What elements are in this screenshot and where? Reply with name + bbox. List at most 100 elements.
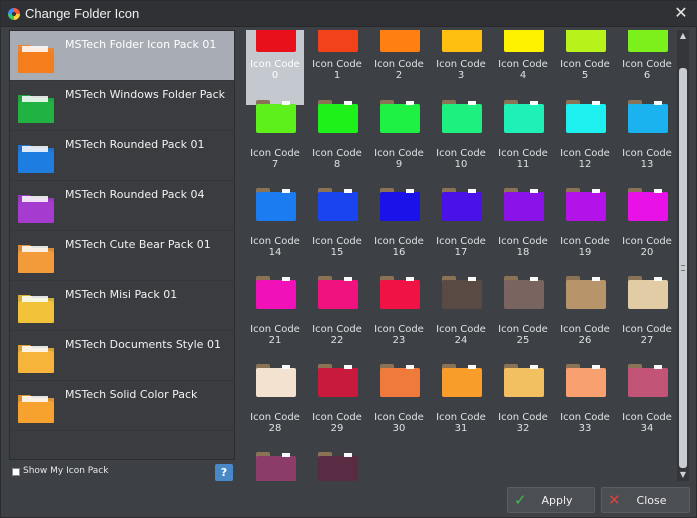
help-button[interactable]: ? [215, 464, 233, 481]
close-window-icon[interactable]: ✕ [672, 4, 690, 22]
icon-tile[interactable]: Icon Code 21 [246, 272, 304, 358]
icon-grid: Icon Code 0 Icon Code 1 Icon Code 2 Icon Code 3… [239, 30, 690, 481]
icon-code-number: 33 [578, 423, 592, 434]
icon-code-label: Icon Code [560, 59, 610, 70]
icon-tile[interactable]: Icon Code 10 [432, 96, 490, 182]
icon-tile[interactable]: Icon Code 32 [494, 360, 552, 446]
title-bar[interactable]: Change Folder Icon ✕ [1, 1, 697, 27]
folder-icon [380, 188, 420, 221]
icon-tile[interactable]: Icon Code 28 [246, 360, 304, 446]
folder-icon [256, 452, 296, 481]
icon-code-label: Icon Code [436, 148, 486, 159]
pack-item[interactable]: MSTech Documents Style 01 [10, 331, 234, 381]
icon-code-number: 21 [268, 335, 282, 346]
folder-icon [628, 276, 668, 309]
icon-tile[interactable]: Icon Code 27 [618, 272, 676, 358]
pack-item[interactable]: MSTech Cute Bear Pack 01 [10, 231, 234, 281]
icon-grid-scrollbar[interactable]: ▲ ▼ [677, 30, 689, 481]
icon-code-label: Icon Code [498, 412, 548, 423]
icon-tile[interactable]: Icon Code 1 [308, 30, 366, 105]
icon-tile[interactable] [246, 448, 304, 481]
close-button[interactable]: ✕ Close [601, 487, 690, 513]
icon-code-number: 29 [330, 423, 344, 434]
icon-tile[interactable]: Icon Code 34 [618, 360, 676, 446]
folder-icon [566, 188, 606, 221]
icon-code-number: 10 [454, 159, 468, 170]
icon-tile[interactable]: Icon Code 20 [618, 184, 676, 270]
icon-tile[interactable]: Icon Code 13 [618, 96, 676, 182]
icon-tile[interactable]: Icon Code 29 [308, 360, 366, 446]
icon-code-label: Icon Code [436, 236, 486, 247]
icon-code-label: Icon Code [250, 412, 300, 423]
icon-code-number: 7 [271, 159, 279, 170]
solid-color-folder-icon [16, 387, 56, 425]
icon-tile[interactable]: Icon Code 17 [432, 184, 490, 270]
folder-icon [256, 364, 296, 397]
icon-tile[interactable]: Icon Code 14 [246, 184, 304, 270]
show-my-pack-checkbox[interactable] [12, 468, 20, 476]
icon-tile[interactable]: Icon Code 24 [432, 272, 490, 358]
icon-code-number: 3 [457, 70, 465, 81]
icon-tile[interactable]: Icon Code 0 [246, 30, 304, 105]
icon-tile[interactable]: Icon Code 12 [556, 96, 614, 182]
folder-icon [628, 100, 668, 133]
pack-item[interactable]: MSTech Rounded Pack 01 [10, 131, 234, 181]
scroll-down-icon[interactable]: ▼ [677, 469, 689, 481]
icon-code-label: Icon Code [498, 324, 548, 335]
scroll-up-icon[interactable]: ▲ [677, 30, 689, 42]
icon-tile[interactable]: Icon Code 7 [246, 96, 304, 182]
icon-code-label: Icon Code [250, 148, 300, 159]
icon-code-label: Icon Code [436, 59, 486, 70]
folder-icon [380, 100, 420, 133]
pack-item-label: MSTech Rounded Pack 01 [65, 138, 205, 151]
app-logo-icon [8, 8, 20, 20]
pack-item[interactable]: MSTech Folder Icon Pack 01 [10, 31, 234, 81]
icon-code-label: Icon Code [250, 59, 300, 70]
icon-code-number: 26 [578, 335, 592, 346]
icon-code-number: 31 [454, 423, 468, 434]
icon-tile[interactable]: Icon Code 11 [494, 96, 552, 182]
icon-tile[interactable]: Icon Code 33 [556, 360, 614, 446]
icon-tile[interactable]: Icon Code 8 [308, 96, 366, 182]
scrollbar-thumb[interactable] [679, 68, 687, 468]
icon-tile[interactable]: Icon Code 18 [494, 184, 552, 270]
icon-tile[interactable]: Icon Code 6 [618, 30, 676, 105]
icon-tile[interactable]: Icon Code 2 [370, 30, 428, 105]
show-my-pack-label: Show My Icon Pack [23, 466, 109, 476]
icon-tile[interactable]: Icon Code 26 [556, 272, 614, 358]
icon-tile[interactable]: Icon Code 16 [370, 184, 428, 270]
icon-code-label: Icon Code [250, 236, 300, 247]
pack-item[interactable]: MSTech Windows Folder Pack [10, 81, 234, 131]
folder-icon [504, 364, 544, 397]
icon-code-number: 23 [392, 335, 406, 346]
icon-tile[interactable]: Icon Code 23 [370, 272, 428, 358]
folder-icon [566, 276, 606, 309]
icon-tile[interactable]: Icon Code 9 [370, 96, 428, 182]
change-folder-icon-window: Change Folder Icon ✕ MSTech Folder Icon … [0, 0, 697, 518]
icon-code-number: 16 [392, 247, 406, 258]
pack-item[interactable]: MSTech Misi Pack 01 [10, 281, 234, 331]
pack-item[interactable]: MSTech Rounded Pack 04 [10, 181, 234, 231]
icon-tile[interactable]: Icon Code 4 [494, 30, 552, 105]
icon-tile[interactable]: Icon Code 22 [308, 272, 366, 358]
pack-item-label: MSTech Solid Color Pack [65, 388, 198, 401]
apply-button[interactable]: ✓ Apply [507, 487, 595, 513]
icon-tile[interactable]: Icon Code 5 [556, 30, 614, 105]
icon-tile[interactable]: Icon Code 25 [494, 272, 552, 358]
folder-icon [628, 364, 668, 397]
icon-tile[interactable]: Icon Code 30 [370, 360, 428, 446]
icon-tile[interactable]: Icon Code 31 [432, 360, 490, 446]
icon-code-number: 11 [516, 159, 530, 170]
icon-tile[interactable]: Icon Code 3 [432, 30, 490, 105]
folder-icon [442, 364, 482, 397]
icon-code-label: Icon Code [374, 236, 424, 247]
icon-tile[interactable]: Icon Code 15 [308, 184, 366, 270]
icon-pack-list: MSTech Folder Icon Pack 01 MSTech Windows… [9, 30, 235, 460]
icon-code-number: 19 [578, 247, 592, 258]
icon-code-label: Icon Code [560, 324, 610, 335]
pack-item[interactable]: MSTech Solid Color Pack [10, 381, 234, 431]
icon-tile[interactable] [308, 448, 366, 481]
folder-icon [442, 30, 482, 52]
icon-code-label: Icon Code [312, 236, 362, 247]
icon-tile[interactable]: Icon Code 19 [556, 184, 614, 270]
